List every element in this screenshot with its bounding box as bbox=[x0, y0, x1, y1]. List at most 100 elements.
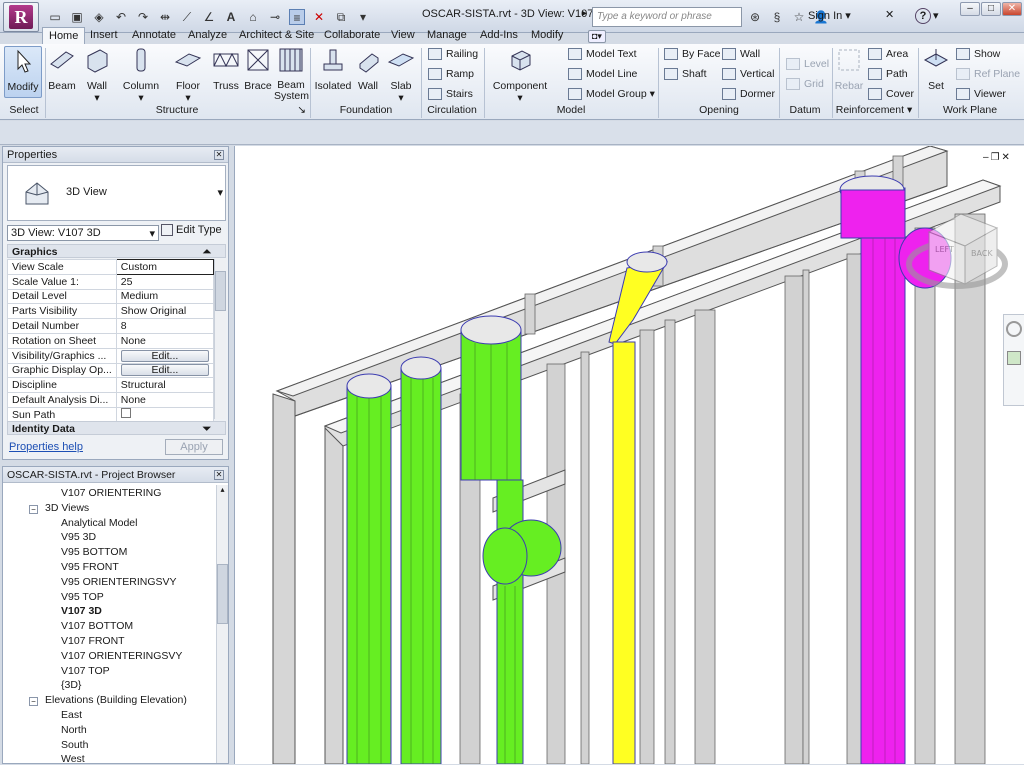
ramp-tool[interactable]: Ramp bbox=[428, 68, 474, 80]
tab-add-ins[interactable]: Add-Ins bbox=[474, 27, 524, 45]
qat-dropdown-icon[interactable]: ▾ bbox=[355, 9, 371, 25]
slab-dropdown-icon[interactable]: ▾ bbox=[386, 92, 416, 104]
type-selector[interactable]: 3D View ▾ bbox=[7, 165, 226, 221]
help-dropdown-icon[interactable]: ▾ bbox=[933, 9, 939, 22]
model-group-tool[interactable]: Model Group ▾ bbox=[568, 88, 655, 100]
wall-dropdown-icon[interactable]: ▾ bbox=[82, 92, 112, 104]
maximize-button[interactable]: □ bbox=[981, 2, 1001, 16]
close-browser-icon[interactable]: ✕ bbox=[214, 470, 224, 480]
browser-tree-item[interactable]: V107 3D bbox=[61, 605, 102, 617]
set-workplane-tool[interactable]: Set bbox=[922, 46, 950, 92]
browser-tree-item[interactable]: V107 BOTTOM bbox=[61, 620, 133, 632]
property-row[interactable]: View Scale Custom bbox=[7, 259, 215, 275]
slab-tool[interactable]: Slab ▾ bbox=[386, 46, 416, 104]
ribbon-minimize-icon[interactable]: ◘▾ bbox=[588, 30, 606, 43]
property-row[interactable]: Scale Value 1: 25 bbox=[7, 273, 215, 290]
property-row[interactable]: Rotation on Sheet None bbox=[7, 332, 215, 349]
model-canvas[interactable]: LEFT BACK bbox=[235, 146, 1024, 764]
column-dropdown-icon[interactable]: ▾ bbox=[120, 92, 162, 104]
redo-icon[interactable]: ↷ bbox=[135, 9, 151, 25]
browser-tree-item[interactable]: V107 TOP bbox=[61, 665, 110, 677]
reinforcement-dropdown-icon[interactable]: ▾ bbox=[907, 104, 912, 116]
view-close-icon[interactable]: ✕ bbox=[1002, 152, 1012, 163]
browser-tree-item[interactable]: V95 3D bbox=[61, 531, 96, 543]
browser-tree-item[interactable]: V107 ORIENTERING bbox=[61, 487, 161, 499]
switch-windows-icon[interactable]: ⧉ bbox=[333, 9, 349, 25]
close-hidden-icon[interactable]: ✕ bbox=[311, 9, 327, 25]
model-text-tool[interactable]: Model Text bbox=[568, 48, 637, 60]
component-tool[interactable]: Component ▾ bbox=[490, 46, 550, 104]
railing-tool[interactable]: Railing bbox=[428, 48, 478, 60]
aligned-dimension-icon[interactable]: ⟋ bbox=[179, 9, 195, 25]
property-row[interactable]: Graphic Display Op... Edit... bbox=[7, 362, 215, 379]
browser-tree-item[interactable]: Analytical Model bbox=[61, 517, 137, 529]
property-value[interactable]: 8 bbox=[115, 318, 215, 334]
apply-button[interactable]: Apply bbox=[165, 439, 223, 455]
cover-tool[interactable]: Cover bbox=[868, 88, 914, 100]
tab-analyze[interactable]: Analyze bbox=[182, 27, 233, 45]
identity-data-group-header[interactable]: Identity Data ⏷ bbox=[7, 421, 226, 435]
ref-plane-tool[interactable]: Ref Plane bbox=[956, 68, 1020, 80]
section-icon[interactable]: ⊸ bbox=[267, 9, 283, 25]
browser-tree-item[interactable]: {3D} bbox=[61, 679, 81, 691]
thin-lines-icon[interactable]: ≡ bbox=[289, 9, 305, 25]
sign-in-button[interactable]: Sign In ▾ bbox=[808, 9, 851, 22]
undo-icon[interactable]: ↶ bbox=[113, 9, 129, 25]
browser-tree-item[interactable]: West bbox=[61, 753, 85, 765]
property-value[interactable]: Medium bbox=[115, 288, 215, 305]
help-icon[interactable]: ? bbox=[915, 8, 931, 24]
binoculars-icon[interactable]: ⊛ bbox=[747, 9, 763, 25]
browser-tree-item[interactable]: V95 ORIENTERINGSVY bbox=[61, 576, 177, 588]
save-icon[interactable]: ▣ bbox=[69, 9, 85, 25]
by-face-tool[interactable]: By Face bbox=[664, 48, 721, 60]
stairs-tool[interactable]: Stairs bbox=[428, 88, 473, 100]
truss-tool[interactable]: Truss bbox=[210, 46, 242, 92]
edit-type-button[interactable]: Edit Type bbox=[161, 224, 222, 236]
tab-manage[interactable]: Manage bbox=[421, 27, 473, 45]
property-row[interactable]: Parts Visibility Show Original bbox=[7, 303, 215, 320]
browser-tree-item[interactable]: V95 FRONT bbox=[61, 561, 119, 573]
property-row[interactable]: Detail Number 8 bbox=[7, 318, 215, 334]
view-restore-icon[interactable]: ❐ bbox=[991, 152, 1002, 163]
path-tool[interactable]: Path bbox=[868, 68, 908, 80]
browser-tree-item[interactable]: North bbox=[61, 724, 87, 736]
brace-tool[interactable]: Brace bbox=[244, 46, 272, 92]
graphics-group-header[interactable]: Graphics ⏶ bbox=[7, 244, 226, 258]
property-value[interactable]: Structural bbox=[115, 377, 215, 394]
property-value[interactable]: 25 bbox=[115, 273, 215, 290]
level-tool[interactable]: Level bbox=[786, 58, 829, 70]
measure-icon[interactable]: ⇹ bbox=[157, 9, 173, 25]
3d-viewport[interactable]: LEFT BACK –❐✕ bbox=[234, 146, 1024, 764]
property-row[interactable]: Visibility/Graphics ... Edit... bbox=[7, 347, 215, 364]
sun-path-checkbox[interactable] bbox=[120, 408, 131, 419]
beam-system-tool[interactable]: Beam System bbox=[274, 46, 309, 102]
browser-tree-item[interactable]: V107 ORIENTERINGSVY bbox=[61, 650, 182, 662]
floor-dropdown-icon[interactable]: ▾ bbox=[170, 92, 206, 104]
close-properties-icon[interactable]: ✕ bbox=[214, 150, 224, 160]
browser-tree-item[interactable]: 3D Views bbox=[45, 502, 89, 514]
tab-view[interactable]: View bbox=[385, 27, 421, 45]
tree-collapse-icon[interactable]: − bbox=[29, 697, 38, 707]
vertical-tool[interactable]: Vertical bbox=[722, 68, 774, 80]
isolated-foundation-tool[interactable]: Isolated bbox=[314, 46, 352, 92]
browser-scroll-thumb[interactable] bbox=[217, 564, 228, 624]
component-dropdown-icon[interactable]: ▾ bbox=[490, 92, 550, 104]
zoom-icon[interactable] bbox=[1007, 351, 1021, 365]
floor-tool[interactable]: Floor ▾ bbox=[170, 46, 206, 104]
grid-tool[interactable]: Grid bbox=[786, 78, 824, 90]
shaft-tool[interactable]: Shaft bbox=[664, 68, 707, 80]
structure-launcher-icon[interactable]: ↘ bbox=[297, 104, 306, 116]
structural-wall-tool[interactable]: Wall ▾ bbox=[82, 46, 112, 104]
browser-tree-item[interactable]: V95 BOTTOM bbox=[61, 546, 127, 558]
view-instance-selector[interactable]: 3D View: V107 3D ▾ bbox=[7, 225, 159, 241]
properties-help-link[interactable]: Properties help bbox=[9, 441, 83, 453]
search-input[interactable]: Type a keyword or phrase bbox=[592, 7, 742, 27]
dormer-tool[interactable]: Dormer bbox=[722, 88, 775, 100]
edit-button[interactable]: Edit... bbox=[120, 349, 209, 362]
properties-scroll-thumb[interactable] bbox=[215, 271, 226, 311]
tree-collapse-icon[interactable]: − bbox=[29, 504, 38, 514]
properties-scrollbar[interactable] bbox=[214, 259, 226, 419]
wall-opening-tool[interactable]: Wall bbox=[722, 48, 760, 60]
open-icon[interactable]: ▭ bbox=[47, 9, 63, 25]
property-value[interactable]: None bbox=[115, 392, 215, 408]
